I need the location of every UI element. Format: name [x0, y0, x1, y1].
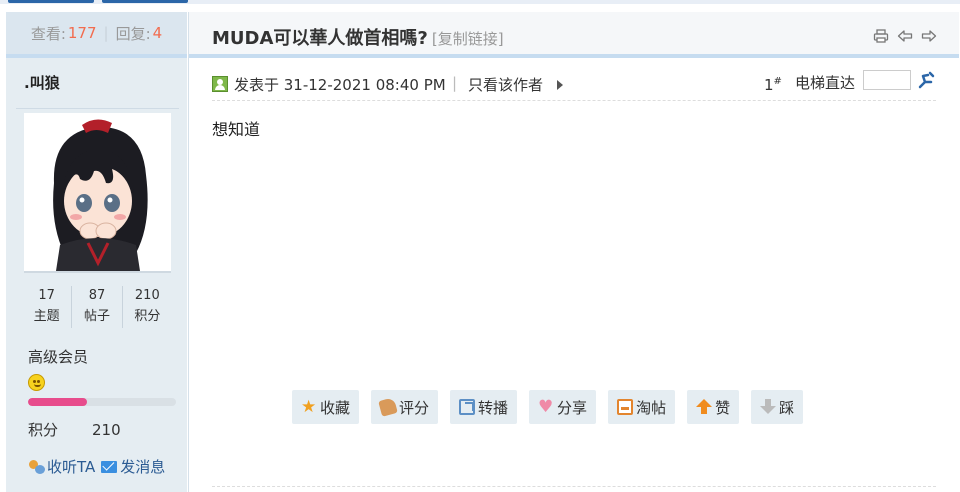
- arrow-up-icon: [696, 399, 713, 415]
- thumb-icon: [378, 397, 398, 417]
- online-author-icon: [212, 76, 228, 92]
- thread-title-row: MUDA可以華人做首相嗎? [复制链接]: [212, 24, 504, 50]
- send-message-link[interactable]: 发消息: [101, 456, 165, 477]
- views-count: 177: [67, 24, 97, 42]
- favorite-label: 收藏: [320, 398, 351, 417]
- triangle-right-icon[interactable]: [557, 80, 563, 90]
- post-content: 想知道: [212, 120, 261, 139]
- copy-link-button[interactable]: [复制链接]: [432, 30, 504, 48]
- thread-stats: 查看: 177 | 回复: 4: [6, 12, 187, 54]
- star-icon: ★: [301, 397, 317, 417]
- credit-label: 积分: [28, 421, 59, 439]
- replies-label: 回复:: [115, 24, 151, 43]
- stat-posts-label: 帖子: [83, 309, 110, 324]
- rate-button[interactable]: 评分: [371, 390, 439, 424]
- taotie-label: 淘帖: [636, 398, 667, 417]
- top-nav-strip: [0, 0, 960, 4]
- stat-credits[interactable]: 210 积分: [121, 286, 172, 328]
- meta-divider: [212, 100, 936, 101]
- taotie-button[interactable]: 淘帖: [608, 390, 676, 424]
- stat-posts[interactable]: 87 帖子: [71, 286, 121, 328]
- author-stats: 17 主题 87 帖子 210 积分: [22, 286, 172, 328]
- author-actions: 收听TA 发消息: [28, 456, 171, 477]
- rate-label: 评分: [399, 398, 430, 417]
- arrow-down-icon: [760, 399, 777, 415]
- share-label: 分享: [557, 398, 588, 417]
- top-tab-1[interactable]: [8, 0, 94, 3]
- jump-floor-input[interactable]: [863, 70, 911, 90]
- author-rank[interactable]: 高级会员: [28, 346, 88, 367]
- post-meta: 发表于 31-12-2021 08:40 PM | 只看该作者 1# 电梯直达: [212, 70, 936, 100]
- jump-label: 电梯直达: [795, 74, 856, 92]
- floor-value: 1: [764, 76, 774, 94]
- views-label: 查看:: [30, 24, 66, 43]
- post-bottom-divider: [212, 486, 936, 487]
- thread-header: MUDA可以華人做首相嗎? [复制链接]: [189, 12, 959, 54]
- prev-thread-icon[interactable]: [897, 29, 913, 43]
- stat-credits-value: 210: [134, 288, 160, 303]
- username-divider: [16, 108, 179, 109]
- credit-row: 积分 210: [28, 419, 121, 440]
- repost-icon: [459, 399, 476, 415]
- share-button[interactable]: ♥ 分享: [529, 390, 597, 424]
- author-sidebar: 查看: 177 | 回复: 4 .叫狼 17 主题 87 帖子 210 积分 高…: [6, 12, 187, 492]
- dislike-button[interactable]: 踩: [751, 390, 804, 424]
- meta-separator: |: [452, 74, 458, 92]
- repost-button[interactable]: 转播: [450, 390, 518, 424]
- rank-progress-bar: [28, 398, 176, 406]
- avatar-image: [24, 113, 171, 271]
- like-button[interactable]: 赞: [687, 390, 740, 424]
- post-date: 发表于 31-12-2021 08:40 PM: [234, 76, 446, 94]
- only-author-link[interactable]: 只看该作者: [468, 74, 543, 95]
- stat-credits-label: 积分: [134, 309, 161, 324]
- top-tab-2[interactable]: [102, 0, 188, 3]
- floor-number[interactable]: 1#: [764, 76, 782, 94]
- thread-tools: [873, 29, 937, 43]
- post-main: MUDA可以華人做首相嗎? [复制链接] 发表于 31-12-2021 08:40…: [188, 12, 959, 492]
- follow-link[interactable]: 收听TA: [28, 456, 95, 477]
- sidebar-header-divider: [6, 54, 187, 58]
- repost-label: 转播: [478, 398, 509, 417]
- floor-mark: #: [773, 76, 782, 87]
- like-label: 赞: [715, 398, 731, 417]
- print-icon[interactable]: [873, 29, 889, 43]
- header-divider: [189, 54, 959, 58]
- tray-icon: [617, 399, 634, 415]
- stat-threads-label: 主题: [33, 309, 60, 324]
- post-actions: ★ 收藏 评分 转播 ♥ 分享 淘帖 赞 踩: [292, 390, 804, 424]
- stat-threads-value: 17: [38, 288, 55, 303]
- next-thread-icon[interactable]: [921, 29, 937, 43]
- stat-threads[interactable]: 17 主题: [22, 286, 71, 328]
- send-message-label: 发消息: [120, 458, 166, 476]
- stats-separator: |: [103, 24, 109, 42]
- rank-smiley-icon: [28, 374, 45, 391]
- dislike-label: 踩: [779, 398, 795, 417]
- follow-label: 收听TA: [47, 458, 96, 476]
- credit-value: 210: [92, 421, 121, 439]
- favorite-button[interactable]: ★ 收藏: [292, 390, 360, 424]
- replies-count: 4: [152, 24, 163, 42]
- follow-icon: [28, 459, 46, 475]
- thread-title: MUDA可以華人做首相嗎?: [212, 28, 428, 49]
- go-floor-icon[interactable]: [917, 70, 935, 90]
- heart-icon: ♥: [538, 397, 554, 417]
- avatar[interactable]: [24, 113, 171, 273]
- mail-icon: [101, 460, 118, 473]
- author-username[interactable]: .叫狼: [24, 72, 60, 93]
- rank-progress-fill: [28, 398, 88, 406]
- stat-posts-value: 87: [88, 288, 106, 303]
